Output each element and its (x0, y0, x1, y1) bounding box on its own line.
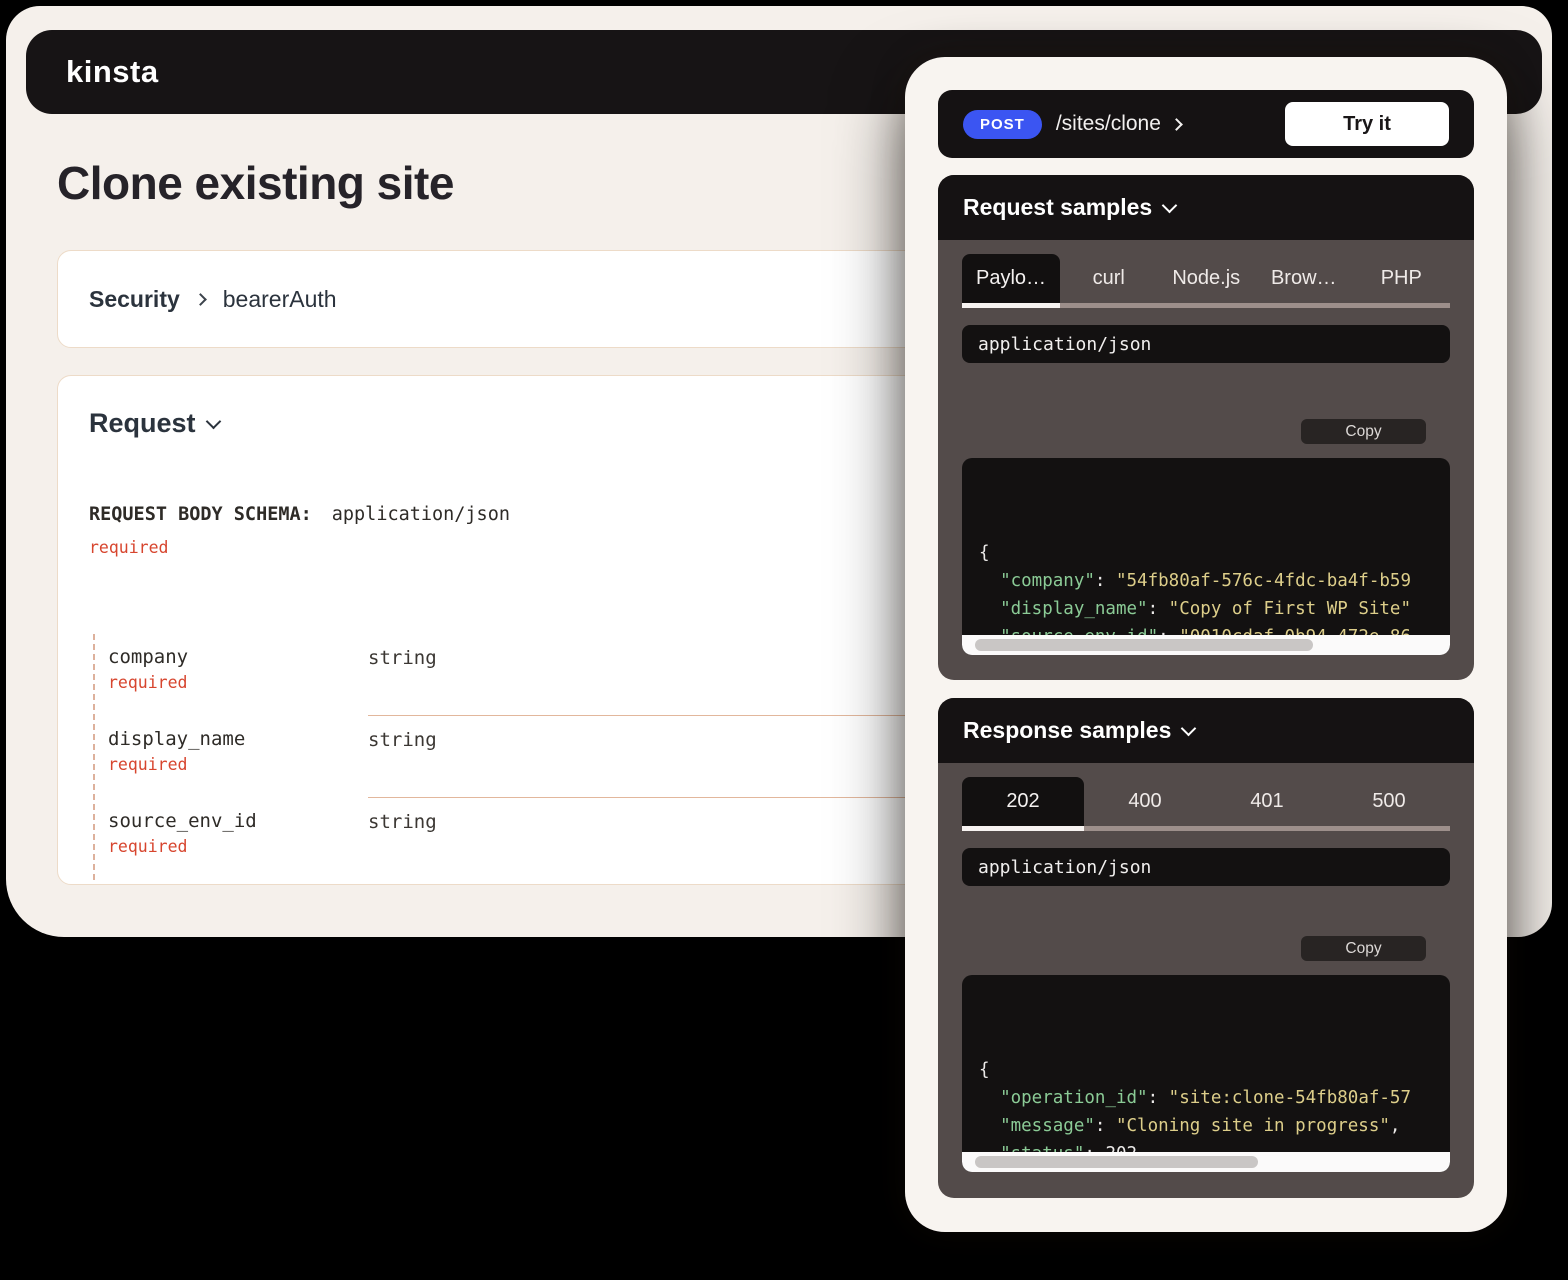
field-type: string (368, 810, 437, 866)
code-line: { (979, 1056, 1450, 1084)
scrollbar-thumb[interactable] (975, 639, 1313, 651)
copy-button[interactable]: Copy (1301, 936, 1426, 961)
page-title: Clone existing site (57, 156, 454, 210)
active-tab-indicator (962, 303, 1060, 308)
code-line: "company": "54fb80af-576c-4fdc-ba4f-b59 (979, 567, 1450, 595)
schema-row: REQUEST BODY SCHEMA: application/json (89, 504, 510, 525)
tab-label: Paylo… (976, 267, 1046, 290)
code-line: "operation_id": "site:clone-54fb80af-57 (979, 1084, 1450, 1112)
response-samples-block: Response samples 202 400 401 500 applica… (938, 698, 1474, 1198)
security-value: bearerAuth (223, 286, 337, 313)
tab-underline (962, 303, 1450, 308)
content-type-box: application/json (962, 325, 1450, 363)
tab-400[interactable]: 400 (1084, 777, 1206, 826)
field-name: source_env_id (108, 810, 368, 832)
endpoint-bar: POST /sites/clone Try it (938, 90, 1474, 158)
tab-underline (962, 826, 1450, 831)
tab-nodejs[interactable]: Node.js (1158, 254, 1256, 303)
security-label: Security (89, 286, 180, 313)
schema-content-type: application/json (332, 504, 510, 525)
scrollbar-thumb[interactable] (975, 1156, 1258, 1168)
tab-label: Brow… (1271, 267, 1337, 290)
request-code-sample: { "company": "54fb80af-576c-4fdc-ba4f-b5… (962, 458, 1450, 655)
response-samples-title: Response samples (963, 717, 1171, 744)
response-samples-toggle[interactable]: Response samples (938, 698, 1474, 763)
tab-label: 400 (1128, 790, 1161, 813)
tab-curl[interactable]: curl (1060, 254, 1158, 303)
api-samples-panel: POST /sites/clone Try it Request samples… (905, 57, 1507, 1232)
field-type: string (368, 728, 437, 784)
request-samples-block: Request samples Paylo… curl Node.js Brow… (938, 175, 1474, 680)
field-type: string (368, 646, 437, 702)
tab-browser[interactable]: Brow… (1255, 254, 1353, 303)
kinsta-logo[interactable]: kinsta (66, 54, 159, 90)
tab-label: PHP (1381, 267, 1422, 290)
horizontal-scrollbar[interactable] (962, 1152, 1450, 1172)
field-required-badge: required (108, 837, 368, 856)
endpoint-path: /sites/clone (1056, 112, 1161, 136)
chevron-right-icon (194, 293, 207, 306)
chevron-right-icon (1170, 118, 1183, 131)
tab-label: Node.js (1172, 267, 1240, 290)
field-required-badge: required (108, 755, 368, 774)
tab-202[interactable]: 202 (962, 777, 1084, 826)
request-samples-toggle[interactable]: Request samples (938, 175, 1474, 240)
request-title: Request (89, 408, 196, 439)
content-type-box: application/json (962, 848, 1450, 886)
chevron-down-icon (205, 414, 221, 430)
copy-button[interactable]: Copy (1301, 419, 1426, 444)
horizontal-scrollbar[interactable] (962, 635, 1450, 655)
tab-500[interactable]: 500 (1328, 777, 1450, 826)
field-required-badge: required (108, 673, 368, 692)
schema-label: REQUEST BODY SCHEMA: (89, 504, 312, 525)
tab-401[interactable]: 401 (1206, 777, 1328, 826)
request-samples-title: Request samples (963, 194, 1152, 221)
tab-label: 500 (1372, 790, 1405, 813)
http-method-badge: POST (963, 110, 1042, 139)
response-samples-tabs: 202 400 401 500 (962, 777, 1450, 826)
tab-label: 401 (1250, 790, 1283, 813)
tab-php[interactable]: PHP (1353, 254, 1451, 303)
request-samples-tabs: Paylo… curl Node.js Brow… PHP (962, 254, 1450, 303)
request-toggle[interactable]: Request (89, 408, 219, 439)
code-line: "message": "Cloning site in progress", (979, 1112, 1450, 1140)
chevron-down-icon (1181, 721, 1197, 737)
tab-label: curl (1093, 267, 1125, 290)
chevron-down-icon (1162, 198, 1178, 214)
try-it-button[interactable]: Try it (1285, 102, 1449, 146)
field-name: company (108, 646, 368, 668)
response-code-sample: { "operation_id": "site:clone-54fb80af-5… (962, 975, 1450, 1172)
code-line: "display_name": "Copy of First WP Site" (979, 595, 1450, 623)
tab-label: 202 (1006, 790, 1039, 813)
active-tab-indicator (962, 826, 1084, 831)
schema-required-badge: required (89, 538, 168, 557)
tab-payload[interactable]: Paylo… (962, 254, 1060, 303)
field-name: display_name (108, 728, 368, 750)
code-line: { (979, 539, 1450, 567)
